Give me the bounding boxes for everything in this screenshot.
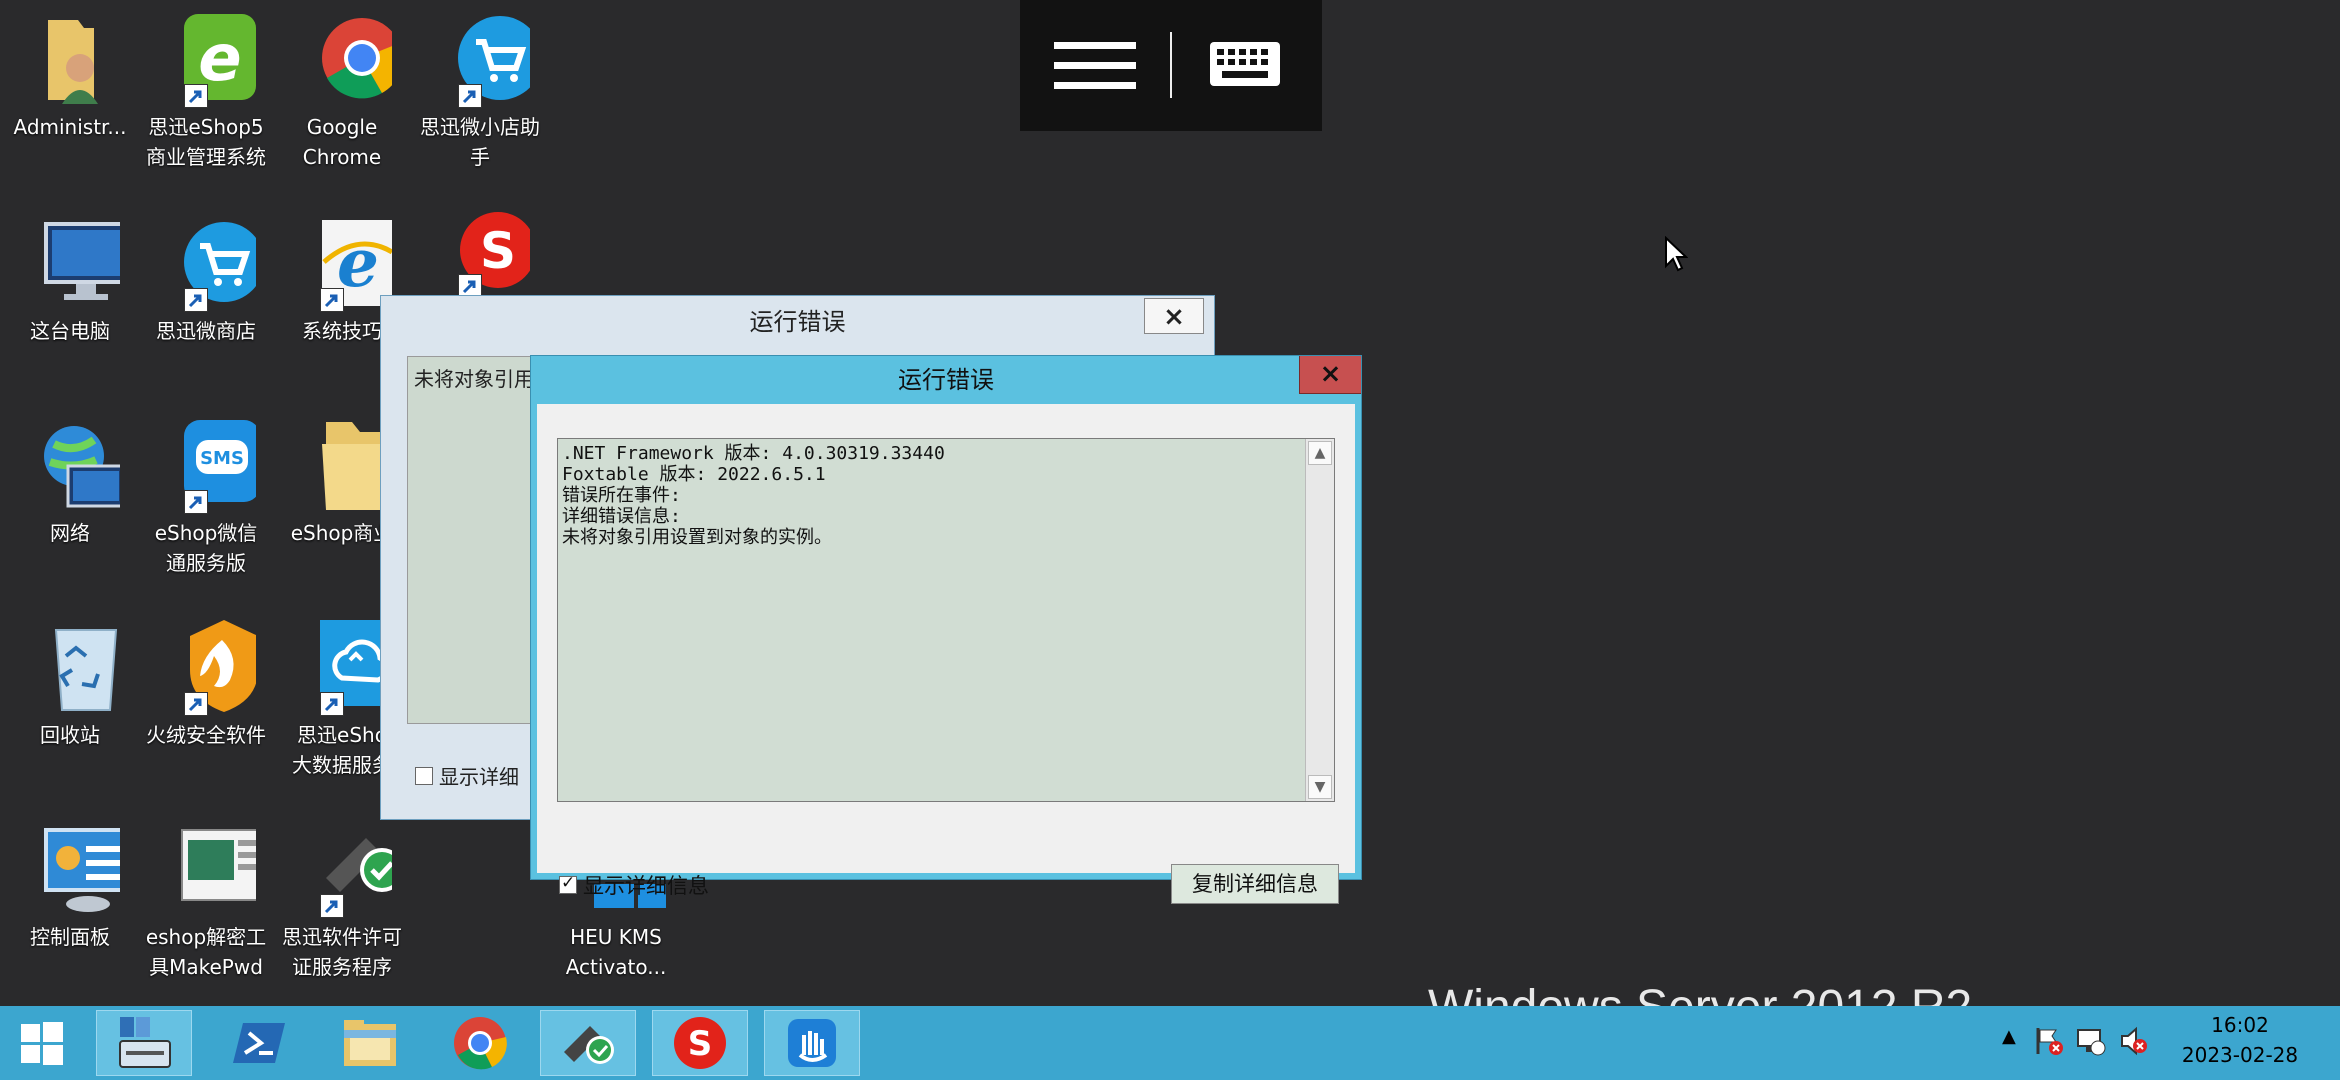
close-button[interactable]: × — [1299, 356, 1361, 394]
computer-icon — [20, 212, 128, 312]
ie-icon: e — [292, 212, 394, 312]
shortcut-arrow-icon — [184, 288, 208, 312]
svg-text:S: S — [688, 1024, 713, 1064]
shortcut-arrow-icon — [458, 84, 482, 108]
user-folder-icon — [20, 8, 120, 108]
windows-logo-icon — [21, 1022, 63, 1065]
powershell-icon — [233, 1023, 285, 1063]
taskbar-chrome[interactable] — [432, 1010, 528, 1076]
remote-toolbar — [1020, 0, 1322, 131]
taskbar-red-s-app[interactable]: S — [652, 1010, 748, 1076]
checkbox-label: 显示详细 — [439, 765, 519, 789]
system-tray: ▲ — [1990, 1006, 2170, 1080]
dialog-body: .NET Framework 版本: 4.0.30319.33440 Foxta… — [537, 404, 1355, 904]
taskbar-file-explorer[interactable] — [322, 1010, 418, 1076]
desktop-icon-eshop-weixin[interactable]: SMS eShop微信 通服务版 — [136, 414, 276, 578]
keyboard-icon[interactable] — [1208, 40, 1282, 88]
desktop-icon-control-panel[interactable]: 控制面板 — [0, 818, 140, 952]
taskbar-powershell[interactable] — [212, 1010, 308, 1076]
copy-details-button[interactable]: 复制详细信息 — [1171, 864, 1339, 904]
red-s-icon: S — [674, 1017, 726, 1069]
recycle-bin-icon — [20, 616, 120, 716]
svg-text:SMS: SMS — [200, 448, 244, 469]
sms-icon: SMS — [156, 414, 260, 514]
error-dialog: 运行错误 × .NET Framework 版本: 4.0.30319.3344… — [530, 355, 1362, 904]
close-button[interactable]: × — [1144, 298, 1204, 334]
license-icon — [564, 1026, 614, 1064]
file-explorer-icon — [344, 1020, 396, 1066]
taskbar-clock[interactable]: 16:02 2023-02-28 — [2170, 1010, 2310, 1070]
desktop-icon-huorong[interactable]: 火绒安全软件 — [136, 616, 276, 750]
folder-icon — [292, 414, 392, 514]
shortcut-arrow-icon — [320, 894, 344, 918]
desktop-icon-makepwd[interactable]: eshop解密工 具MakePwd — [136, 818, 276, 982]
vertical-scrollbar[interactable]: ▲ ▼ — [1305, 439, 1334, 801]
toolbar-divider — [1170, 32, 1172, 98]
taskbar-hand-app[interactable] — [764, 1010, 860, 1076]
network-icon — [20, 414, 126, 514]
volume-muted-icon[interactable] — [2118, 1026, 2148, 1056]
desktop-icon-this-pc[interactable]: 这台电脑 — [0, 212, 140, 346]
checkbox-label: 显示详细信息 — [583, 874, 709, 898]
shortcut-arrow-icon — [184, 692, 208, 716]
clock-date: 2023-02-28 — [2181, 1043, 2299, 1067]
scroll-up-icon[interactable]: ▲ — [1308, 441, 1332, 465]
start-button[interactable] — [0, 1010, 84, 1076]
svg-text:S: S — [480, 222, 516, 280]
show-details-checkbox[interactable]: 显示详细 — [415, 761, 519, 790]
hamburger-menu-icon[interactable] — [1054, 38, 1144, 94]
checkbox-icon[interactable] — [415, 766, 433, 785]
scroll-down-icon[interactable]: ▼ — [1308, 775, 1332, 799]
error-details-text: .NET Framework 版本: 4.0.30319.33440 Foxta… — [562, 443, 945, 548]
mouse-cursor-icon — [1664, 235, 1689, 276]
taskbar-license-service[interactable] — [540, 1010, 636, 1076]
eshop-e-icon: e — [156, 8, 256, 108]
cloud-icon — [292, 616, 400, 716]
error-details-textarea[interactable]: .NET Framework 版本: 4.0.30319.33440 Foxta… — [557, 438, 1335, 802]
shortcut-arrow-icon — [320, 288, 344, 312]
desktop-icon-chrome[interactable]: Google Chrome — [272, 8, 412, 172]
clock-time: 16:02 — [2211, 1013, 2269, 1037]
action-center-flag-icon[interactable] — [2034, 1026, 2064, 1056]
checkbox-checked-icon[interactable] — [559, 873, 577, 894]
shortcut-arrow-icon — [184, 490, 208, 514]
show-details-checkbox[interactable]: 显示详细信息 — [559, 870, 709, 900]
taskbar: S ▲ — [0, 1006, 2340, 1080]
taskbar-server-manager[interactable] — [96, 1010, 192, 1076]
dialog-title: 运行错误 — [898, 366, 994, 394]
license-icon — [292, 818, 404, 918]
chrome-icon — [292, 8, 403, 108]
desktop-icon-license-service[interactable]: 思迅软件许可 证服务程序 — [272, 818, 412, 982]
hand-app-icon — [788, 1019, 836, 1067]
chrome-icon — [454, 1017, 507, 1070]
network-status-icon[interactable] — [2076, 1026, 2106, 1056]
desktop-icon-recycle-bin[interactable]: 回收站 — [0, 616, 140, 750]
huorong-icon — [156, 616, 258, 716]
shortcut-arrow-icon — [320, 692, 344, 716]
desktop-icon-eshop5[interactable]: e 思迅eShop5 商业管理系统 — [136, 8, 276, 172]
desktop-icon-weishangdian[interactable]: 思迅微商店 — [136, 212, 276, 346]
control-panel-icon — [20, 818, 132, 918]
dialog-title: 运行错误 — [749, 308, 846, 336]
desktop-icon-administrator[interactable]: Administr... — [0, 8, 140, 142]
desktop-icon-network[interactable]: 网络 — [0, 414, 140, 548]
show-hidden-icons-icon[interactable]: ▲ — [2002, 1026, 2016, 1047]
shortcut-arrow-icon — [184, 84, 208, 108]
cart-icon — [156, 212, 264, 312]
desktop-icon-weixiaodian[interactable]: 思迅微小店助 手 — [410, 8, 550, 172]
server-manager-icon — [119, 1017, 171, 1068]
makepwd-icon — [156, 818, 263, 918]
cart-icon — [430, 8, 542, 108]
